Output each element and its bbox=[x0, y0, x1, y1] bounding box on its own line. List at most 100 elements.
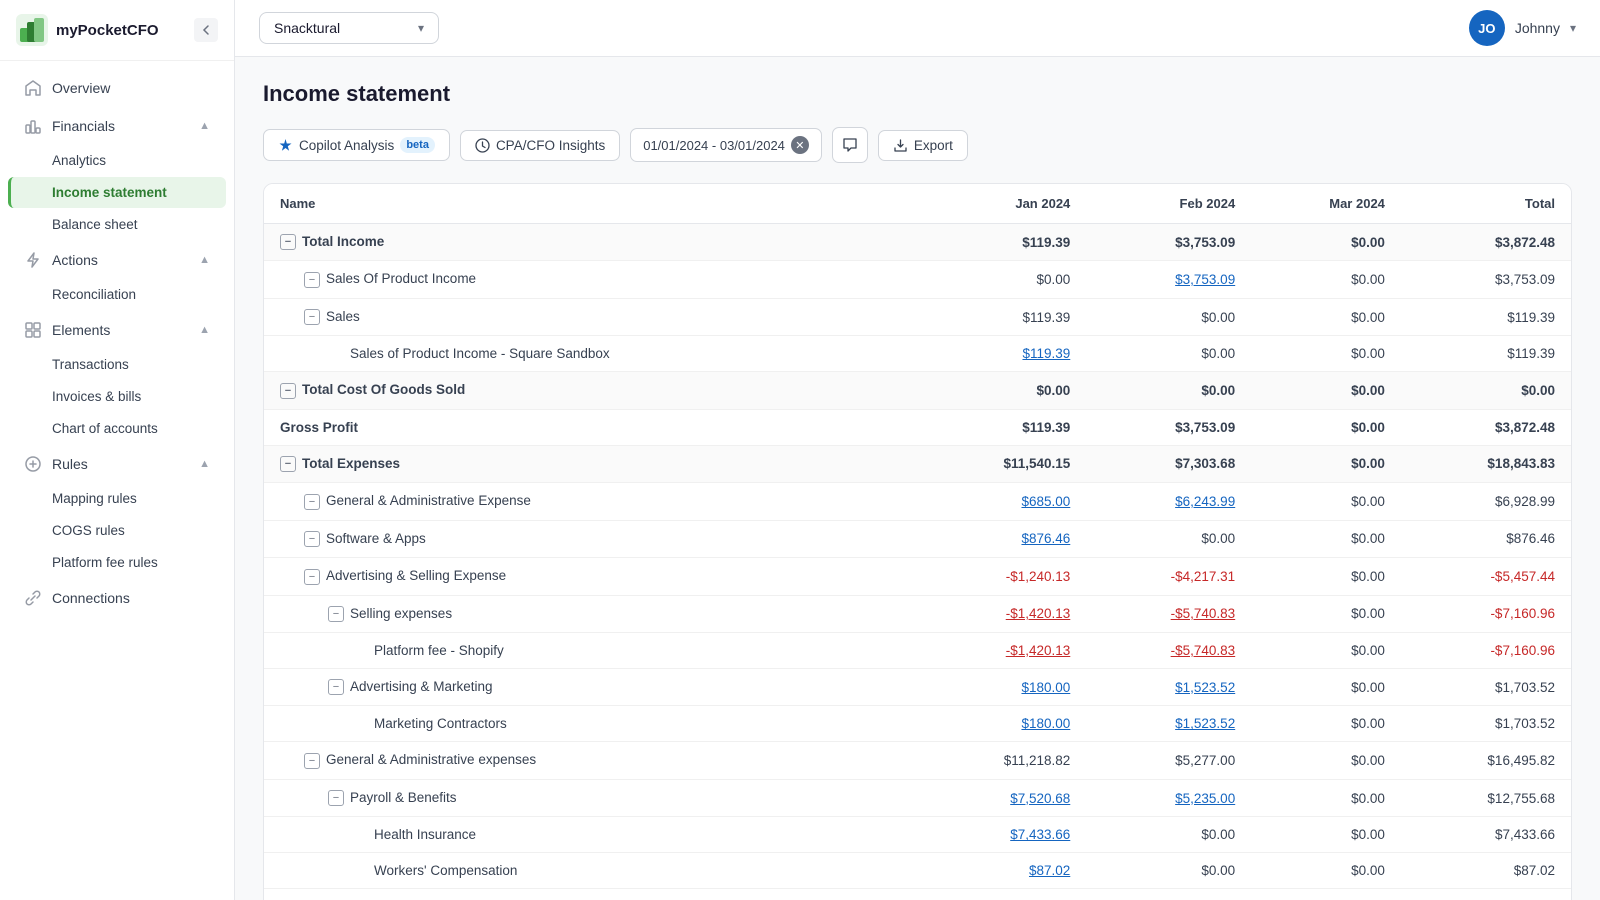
table-header-row: Name Jan 2024 Feb 2024 Mar 2024 Total bbox=[264, 184, 1571, 224]
transactions-label: Transactions bbox=[52, 357, 129, 372]
table-row: −Total Cost Of Goods Sold$0.00$0.00$0.00… bbox=[264, 372, 1571, 409]
cell-value: $119.39 bbox=[1401, 336, 1571, 372]
cell-value[interactable]: -$1,420.13 bbox=[918, 595, 1087, 632]
sidebar-item-overview[interactable]: Overview bbox=[8, 70, 226, 106]
export-button[interactable]: Export bbox=[878, 130, 968, 161]
main-content: Income statement Copilot Analysis beta C… bbox=[235, 57, 1600, 900]
sidebar: myPocketCFO Overview Financials ▲ Analyt… bbox=[0, 0, 235, 900]
table-row: −Total Income$119.39$3,753.09$0.00$3,872… bbox=[264, 224, 1571, 261]
cell-name: −Total Income bbox=[264, 224, 918, 261]
cell-value: $1,703.52 bbox=[1401, 706, 1571, 742]
sidebar-item-connections[interactable]: Connections bbox=[8, 580, 226, 616]
collapse-button[interactable]: − bbox=[328, 679, 344, 695]
sidebar-financials-header[interactable]: Financials ▲ bbox=[8, 108, 226, 144]
cell-value[interactable]: $1,523.52 bbox=[1086, 706, 1251, 742]
sidebar-toggle-button[interactable] bbox=[194, 18, 218, 42]
cell-value: $6,928.99 bbox=[1401, 483, 1571, 520]
sidebar-item-mapping-rules[interactable]: Mapping rules bbox=[8, 483, 226, 514]
copilot-analysis-button[interactable]: Copilot Analysis beta bbox=[263, 129, 450, 161]
company-chevron-icon: ▾ bbox=[418, 21, 424, 35]
date-range-button[interactable]: 01/01/2024 - 03/01/2024 ✕ bbox=[630, 128, 822, 162]
cell-value: $1,240.14 bbox=[1401, 889, 1571, 900]
table-row: −General & Administrative Expense$685.00… bbox=[264, 483, 1571, 520]
cell-name: −General & Administrative Expense bbox=[264, 483, 918, 520]
sidebar-item-balance-sheet[interactable]: Balance sheet bbox=[8, 209, 226, 240]
sidebar-item-invoices-bills[interactable]: Invoices & bills bbox=[8, 381, 226, 412]
user-chevron-icon: ▾ bbox=[1570, 21, 1576, 35]
collapse-button[interactable]: − bbox=[304, 309, 320, 325]
collapse-button[interactable]: − bbox=[304, 494, 320, 510]
cell-value: $119.39 bbox=[918, 409, 1087, 445]
logo-area: myPocketCFO bbox=[0, 0, 234, 61]
cell-value[interactable]: $876.46 bbox=[918, 520, 1087, 557]
cell-value[interactable]: $3,753.09 bbox=[1086, 261, 1251, 298]
cell-value[interactable]: $1,523.52 bbox=[1086, 668, 1251, 705]
sidebar-actions-header[interactable]: Actions ▲ bbox=[8, 242, 226, 278]
collapse-button[interactable]: − bbox=[328, 606, 344, 622]
cell-value[interactable]: -$1,420.13 bbox=[918, 632, 1087, 668]
cell-value: $3,753.09 bbox=[1086, 224, 1251, 261]
cell-value[interactable]: $119.39 bbox=[918, 336, 1087, 372]
cell-value[interactable]: $5,235.00 bbox=[1086, 779, 1251, 816]
sidebar-elements-header[interactable]: Elements ▲ bbox=[8, 312, 226, 348]
collapse-button[interactable]: − bbox=[280, 456, 296, 472]
table-row: −General & Administrative expenses$11,21… bbox=[264, 742, 1571, 779]
sidebar-section-actions: Actions ▲ Reconciliation bbox=[0, 242, 234, 310]
sidebar-nav: Overview Financials ▲ Analytics Income s… bbox=[0, 61, 234, 900]
cpa-insights-button[interactable]: CPA/CFO Insights bbox=[460, 130, 620, 161]
date-range-clear-button[interactable]: ✕ bbox=[791, 136, 809, 154]
date-range-text: 01/01/2024 - 03/01/2024 bbox=[643, 138, 785, 153]
cell-value[interactable]: $685.00 bbox=[918, 483, 1087, 520]
cell-value[interactable]: $180.00 bbox=[918, 706, 1087, 742]
cell-value: $0.00 bbox=[1086, 336, 1251, 372]
sidebar-item-transactions[interactable]: Transactions bbox=[8, 349, 226, 380]
company-selector[interactable]: Snacktural ▾ bbox=[259, 12, 439, 44]
cell-value: $1,703.52 bbox=[1401, 668, 1571, 705]
collapse-button[interactable]: − bbox=[280, 234, 296, 250]
cell-value[interactable]: $87.02 bbox=[918, 853, 1087, 889]
collapse-button[interactable]: − bbox=[280, 383, 296, 399]
sidebar-item-chart-of-accounts[interactable]: Chart of accounts bbox=[8, 413, 226, 444]
cell-value[interactable]: $1,198.14 bbox=[918, 889, 1087, 900]
table-row: −Sales$119.39$0.00$0.00$119.39 bbox=[264, 298, 1571, 335]
user-area[interactable]: JO Johnny ▾ bbox=[1469, 10, 1576, 46]
home-icon bbox=[24, 79, 42, 97]
cell-value[interactable]: $42.00 bbox=[1086, 889, 1251, 900]
table-row: Health Insurance$7,433.66$0.00$0.00$7,43… bbox=[264, 817, 1571, 853]
collapse-button[interactable]: − bbox=[304, 531, 320, 547]
sidebar-item-analytics[interactable]: Analytics bbox=[8, 145, 226, 176]
sidebar-item-income-statement[interactable]: Income statement bbox=[8, 177, 226, 208]
sidebar-rules-header[interactable]: Rules ▲ bbox=[8, 446, 226, 482]
sidebar-item-platform-fee-rules[interactable]: Platform fee rules bbox=[8, 547, 226, 578]
sidebar-item-reconciliation[interactable]: Reconciliation bbox=[8, 279, 226, 310]
sidebar-item-cogs-rules[interactable]: COGS rules bbox=[8, 515, 226, 546]
user-avatar: JO bbox=[1469, 10, 1505, 46]
cell-value: $0.00 bbox=[1086, 853, 1251, 889]
comment-button[interactable] bbox=[832, 127, 868, 163]
rules-chevron: ▲ bbox=[199, 458, 210, 470]
cell-name: Health Insurance bbox=[264, 817, 918, 853]
collapse-button[interactable]: − bbox=[304, 272, 320, 288]
collapse-button[interactable]: − bbox=[304, 753, 320, 769]
cell-value: $11,540.15 bbox=[918, 445, 1087, 482]
topbar: Snacktural ▾ JO Johnny ▾ bbox=[235, 0, 1600, 57]
table-row: Other G& A$1,198.14$42.00$0.00$1,240.14 bbox=[264, 889, 1571, 900]
income-statement-label: Income statement bbox=[52, 185, 167, 200]
cell-value: $0.00 bbox=[1251, 224, 1401, 261]
collapse-button[interactable]: − bbox=[304, 569, 320, 585]
cell-name: −Total Expenses bbox=[264, 445, 918, 482]
cell-value[interactable]: -$5,740.83 bbox=[1086, 632, 1251, 668]
cell-name: −General & Administrative expenses bbox=[264, 742, 918, 779]
cell-value[interactable]: $180.00 bbox=[918, 668, 1087, 705]
collapse-button[interactable]: − bbox=[328, 790, 344, 806]
cell-value: $0.00 bbox=[1086, 520, 1251, 557]
table-row: −Total Expenses$11,540.15$7,303.68$0.00$… bbox=[264, 445, 1571, 482]
cell-value[interactable]: -$5,740.83 bbox=[1086, 595, 1251, 632]
cell-value: $3,753.09 bbox=[1086, 409, 1251, 445]
cell-name: Marketing Contractors bbox=[264, 706, 918, 742]
cell-value[interactable]: $7,520.68 bbox=[918, 779, 1087, 816]
invoices-bills-label: Invoices & bills bbox=[52, 389, 141, 404]
cell-value[interactable]: $7,433.66 bbox=[918, 817, 1087, 853]
balance-sheet-label: Balance sheet bbox=[52, 217, 138, 232]
cell-value[interactable]: $6,243.99 bbox=[1086, 483, 1251, 520]
